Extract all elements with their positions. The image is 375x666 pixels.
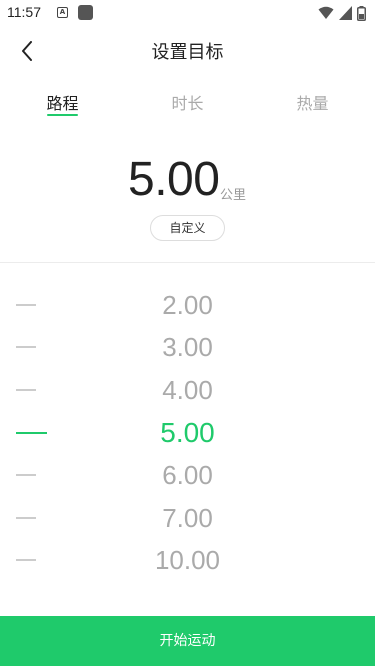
tab-label-duration: 时长 (171, 94, 204, 113)
tab-label-distance: 路程 (46, 94, 79, 113)
goal-unit: 公里 (220, 188, 247, 203)
battery-icon (357, 5, 366, 21)
picker-option[interactable]: 3.00 (0, 326, 375, 368)
picker-option-selected[interactable]: 5.00 (0, 412, 375, 454)
status-bar: 11:57 A (0, 0, 375, 26)
picker-option-label: 6.00 (162, 460, 213, 490)
picker-option[interactable]: 7.00 (0, 497, 375, 539)
picker-option[interactable]: 4.00 (0, 369, 375, 411)
tab-duration[interactable]: 时长 (125, 82, 250, 122)
picker-option[interactable]: 6.00 (0, 454, 375, 496)
wifi-icon (318, 6, 334, 19)
start-exercise-button[interactable]: 开始运动 (0, 616, 375, 666)
notification-a-icon: A (57, 7, 68, 18)
divider (0, 262, 375, 263)
picker-option-label: 10.00 (154, 545, 221, 575)
picker-option-label-selected: 5.00 (160, 417, 215, 448)
goal-type-tabs: 路程 时长 热量 (0, 82, 375, 122)
nav-bar: 设置目标 (0, 26, 375, 76)
custom-goal-button[interactable]: 自定义 (150, 215, 225, 241)
status-icons (318, 5, 366, 21)
page-title: 设置目标 (151, 42, 224, 63)
notification-app-icon (78, 5, 93, 20)
goal-value: 5.00 (128, 153, 220, 206)
tab-calories[interactable]: 热量 (250, 82, 375, 122)
active-tab-indicator (47, 114, 78, 116)
tab-distance[interactable]: 路程 (0, 82, 125, 122)
picker-option[interactable]: 2.00 (0, 284, 375, 326)
goal-picker[interactable]: 2.00 3.00 4.00 5.00 6.00 7.00 10.00 (0, 284, 375, 584)
signal-icon (339, 6, 352, 20)
picker-option-label: 3.00 (162, 332, 213, 362)
picker-option-label: 2.00 (162, 290, 213, 320)
tab-label-calories: 热量 (296, 94, 329, 113)
picker-option-label: 4.00 (162, 375, 213, 405)
status-time: 11:57 (7, 4, 41, 20)
picker-option[interactable]: 10.00 (0, 539, 375, 581)
picker-option-label: 7.00 (162, 503, 213, 533)
